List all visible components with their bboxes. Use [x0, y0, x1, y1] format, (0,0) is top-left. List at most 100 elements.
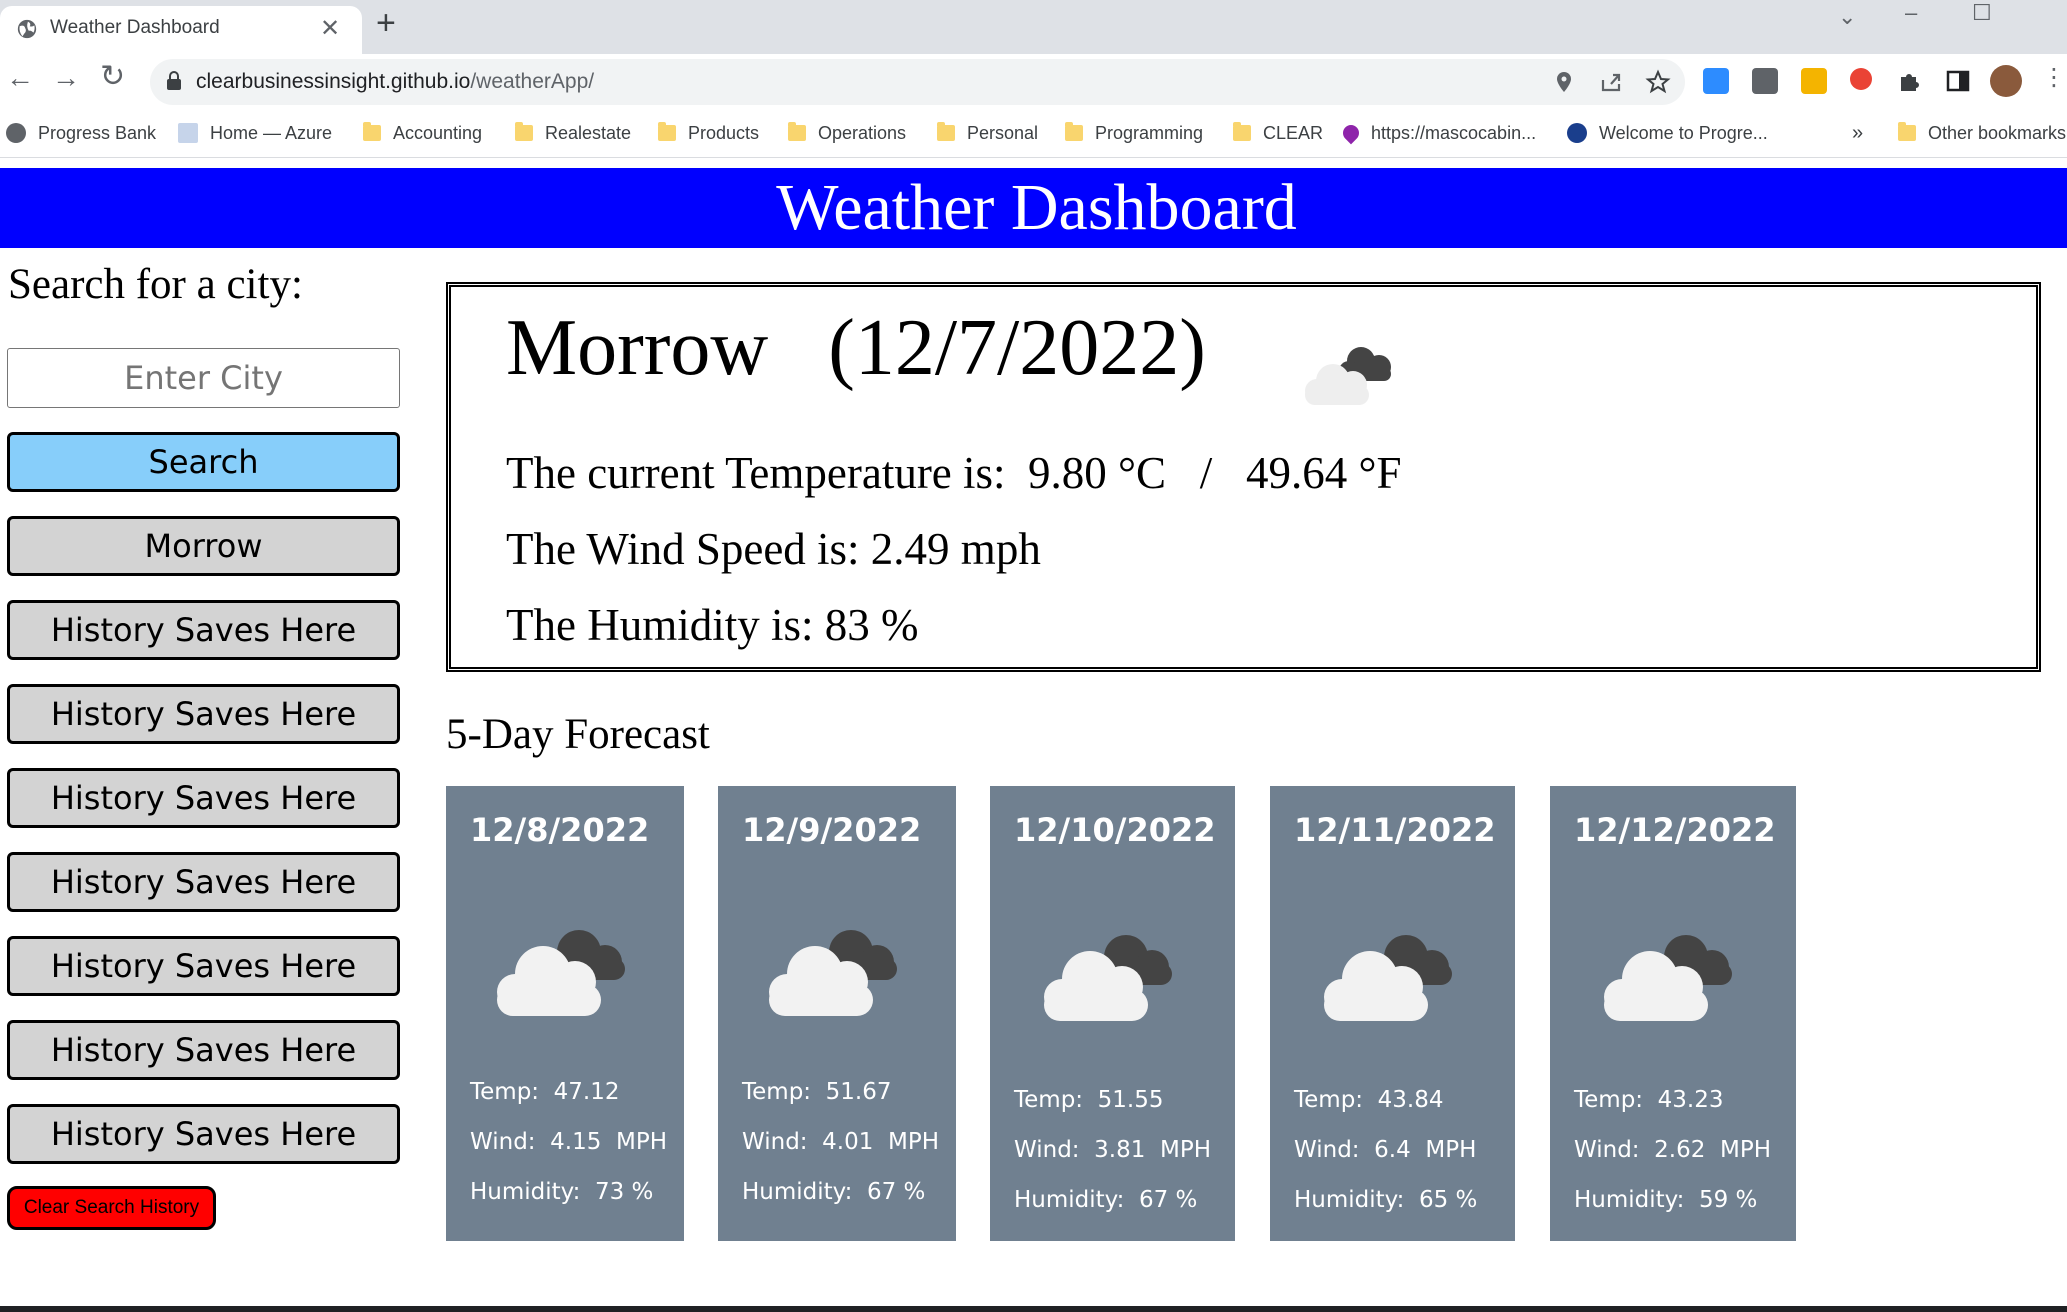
history-button[interactable]: History Saves Here — [7, 684, 400, 744]
bookmark-realestate[interactable]: Realestate — [515, 118, 631, 148]
forecast-card: 12/9/2022 Temp: 51.67 Wind: 4.01 MPH Hum… — [718, 786, 956, 1241]
folder-icon — [1898, 122, 1916, 141]
cloud-icon — [1044, 935, 1172, 1021]
history-button[interactable]: History Saves Here — [7, 1020, 400, 1080]
forecast-date: 12/9/2022 — [742, 811, 922, 849]
forecast-date: 12/11/2022 — [1294, 811, 1496, 849]
forecast-humidity: Humidity: 73 % — [470, 1179, 654, 1205]
folder-icon — [1233, 122, 1251, 141]
history-button[interactable]: History Saves Here — [7, 852, 400, 912]
forecast-date: 12/10/2022 — [1014, 811, 1216, 849]
forecast-card: 12/12/2022 Temp: 43.23 Wind: 2.62 MPH Hu… — [1550, 786, 1796, 1241]
weather-page: Weather Dashboard Search for a city: Sea… — [0, 158, 2067, 1306]
folder-icon — [937, 122, 955, 141]
bookmark-products[interactable]: Products — [658, 118, 759, 148]
profile-avatar[interactable] — [1990, 65, 2022, 97]
city-search-input[interactable] — [7, 348, 400, 408]
bookmark-programming[interactable]: Programming — [1065, 118, 1203, 148]
history-button[interactable]: History Saves Here — [7, 600, 400, 660]
bookmark-home-azure[interactable]: Home — Azure — [178, 118, 332, 148]
history-button[interactable]: History Saves Here — [7, 936, 400, 996]
clear-history-button[interactable]: Clear Search History — [7, 1186, 216, 1230]
bookmark-clear[interactable]: CLEAR — [1233, 118, 1323, 148]
password-extension-icon[interactable] — [1801, 68, 1827, 94]
browser-tab[interactable]: Weather Dashboard ✕ — [0, 6, 362, 54]
bookmark-mascocabin[interactable]: https://mascocabin... — [1339, 118, 1536, 148]
share-icon[interactable] — [1597, 68, 1625, 96]
folder-icon — [515, 122, 533, 141]
progress-logo-icon — [1567, 123, 1587, 143]
current-humidity: The Humidity is: 83 % — [506, 600, 919, 650]
close-tab-icon[interactable]: ✕ — [320, 14, 340, 43]
notification-extension-icon[interactable] — [1850, 68, 1872, 90]
other-bookmarks[interactable]: Other bookmarks — [1898, 118, 2066, 148]
cloud-icon — [769, 930, 897, 1016]
forecast-wind: Wind: 2.62 MPH — [1574, 1137, 1772, 1163]
tab-search-chevron-icon[interactable]: ⌄ — [1838, 4, 1856, 30]
forecast-card: 12/10/2022 Temp: 51.55 Wind: 3.81 MPH Hu… — [990, 786, 1235, 1241]
forecast-temp: Temp: 51.67 — [742, 1079, 892, 1105]
forecast-humidity: Humidity: 67 % — [742, 1179, 926, 1205]
location-pin-icon — [1339, 121, 1363, 145]
reload-icon[interactable]: ↻ — [100, 62, 125, 92]
browser-toolbar: ← → ↻ clearbusinessinsight.github.io/wea… — [0, 54, 2067, 110]
forecast-humidity: Humidity: 67 % — [1014, 1187, 1198, 1213]
side-panel-icon[interactable] — [1945, 68, 1971, 94]
forecast-heading: 5-Day Forecast — [446, 711, 710, 758]
bookmark-welcome-progress[interactable]: Welcome to Progre... — [1567, 118, 1768, 148]
forecast-temp: Temp: 47.12 — [470, 1079, 620, 1105]
forecast-card: 12/8/2022 Temp: 47.12 Wind: 4.15 MPH Hum… — [446, 786, 684, 1241]
back-icon[interactable]: ← — [6, 64, 34, 92]
cloud-icon — [1305, 347, 1391, 405]
bookmark-accounting[interactable]: Accounting — [363, 118, 482, 148]
address-bar[interactable]: clearbusinessinsight.github.io/weatherAp… — [150, 59, 1685, 105]
forecast-humidity: Humidity: 65 % — [1294, 1187, 1478, 1213]
forecast-wind: Wind: 4.15 MPH — [470, 1129, 668, 1155]
search-button[interactable]: Search — [7, 432, 400, 492]
forecast-temp: Temp: 51.55 — [1014, 1087, 1164, 1113]
cloud-icon — [1604, 935, 1732, 1021]
new-tab-button[interactable]: + — [376, 6, 396, 40]
forecast-date: 12/12/2022 — [1574, 811, 1776, 849]
forward-icon[interactable]: → — [52, 64, 80, 92]
current-temperature: The current Temperature is: 9.80 °C / 49… — [506, 448, 1402, 498]
extension-icon[interactable] — [1752, 68, 1778, 94]
forecast-wind: Wind: 6.4 MPH — [1294, 1137, 1477, 1163]
lock-icon — [167, 71, 181, 90]
forecast-card: 12/11/2022 Temp: 43.84 Wind: 6.4 MPH Hum… — [1270, 786, 1515, 1241]
forecast-wind: Wind: 4.01 MPH — [742, 1129, 940, 1155]
current-weather-panel: Morrow (12/7/2022) The current Temperatu… — [446, 282, 2041, 672]
folder-icon — [363, 122, 381, 141]
forecast-humidity: Humidity: 59 % — [1574, 1187, 1758, 1213]
zoom-extension-icon[interactable] — [1703, 68, 1729, 94]
history-button[interactable]: History Saves Here — [7, 1104, 400, 1164]
page-title: Weather Dashboard — [776, 171, 1297, 244]
window-bottom-edge — [0, 1306, 2067, 1312]
forecast-wind: Wind: 3.81 MPH — [1014, 1137, 1212, 1163]
maximize-icon[interactable]: ☐ — [1972, 0, 1992, 26]
forecast-temp: Temp: 43.84 — [1294, 1087, 1444, 1113]
tab-title: Weather Dashboard — [50, 17, 220, 38]
history-button[interactable]: Morrow — [7, 516, 400, 576]
globe-icon — [6, 123, 26, 143]
current-wind: The Wind Speed is: 2.49 mph — [506, 524, 1041, 574]
bookmark-star-icon[interactable] — [1644, 68, 1672, 96]
bookmark-progress-bank[interactable]: Progress Bank — [6, 118, 156, 148]
bookmark-operations[interactable]: Operations — [788, 118, 906, 148]
cloud-icon — [497, 930, 625, 1016]
history-button[interactable]: History Saves Here — [7, 768, 400, 828]
globe-icon — [17, 19, 37, 39]
bookmarks-overflow-button[interactable]: » — [1852, 118, 1863, 148]
location-pin-icon[interactable] — [1550, 68, 1578, 96]
forecast-temp: Temp: 43.23 — [1574, 1087, 1724, 1113]
search-label: Search for a city: — [8, 261, 303, 308]
puzzle-extensions-icon[interactable] — [1896, 68, 1922, 94]
bookmark-personal[interactable]: Personal — [937, 118, 1038, 148]
browser-tabstrip: Weather Dashboard ✕ + ⌄ – ☐ — [0, 0, 2067, 54]
folder-icon — [1065, 122, 1083, 141]
page-icon — [178, 123, 198, 143]
forecast-date: 12/8/2022 — [470, 811, 650, 849]
browser-menu-icon[interactable]: ⋮ — [2042, 66, 2066, 90]
bookmarks-bar: Progress Bank Home — Azure Accounting Re… — [0, 110, 2067, 158]
minimize-icon[interactable]: – — [1905, 0, 1917, 26]
